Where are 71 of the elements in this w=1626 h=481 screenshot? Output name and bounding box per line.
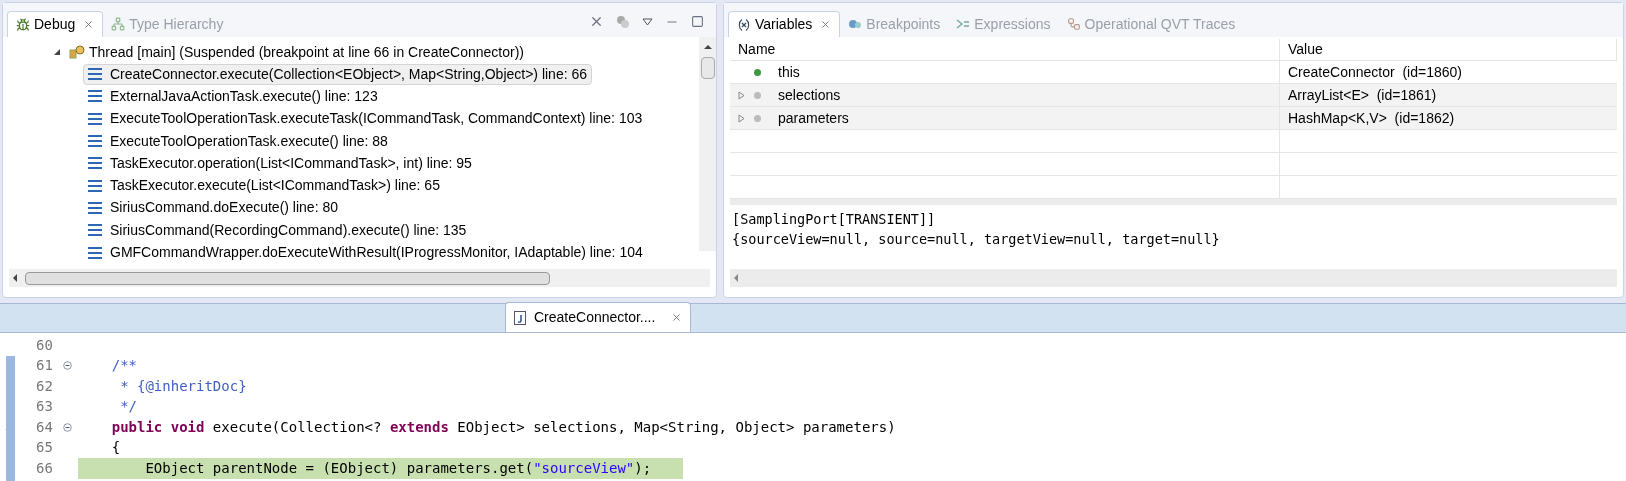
line-number: 62 [36, 376, 54, 396]
stack-frame-icon [88, 90, 102, 103]
stack-frame-item[interactable]: GMFCommandWrapper.doExecuteWithResult(IProgressMonitor, IAdaptable) line: 104 [83, 242, 648, 263]
stack-frame-icon [88, 246, 102, 259]
variable-icon [737, 17, 751, 32]
fold-icon[interactable] [62, 361, 72, 371]
close-icon[interactable] [83, 19, 95, 30]
variable-name: this [778, 62, 800, 82]
view-menu-icon[interactable] [642, 17, 653, 26]
line-number: 60 [36, 335, 54, 355]
expression-icon [956, 18, 971, 30]
stack-frame-icon [88, 135, 102, 148]
variable-name: selections [778, 85, 841, 105]
detail-pane[interactable]: [SamplingPort[TRANSIENT]] {sourceView=null, source=null, targetView=null, target=null} [730, 205, 1617, 269]
fold-icon[interactable] [62, 422, 72, 432]
stack-frame-item[interactable]: ExecuteToolOperationTask.executeTask(ICommandTask, CommandContext) line: 103 [83, 108, 648, 130]
local-variable-icon [753, 90, 762, 100]
close-icon[interactable] [820, 19, 832, 30]
column-header[interactable]: Name [730, 39, 1280, 60]
variable-value: CreateConnector (id=1860) [1287, 62, 1463, 82]
maximize-icon[interactable] [691, 15, 704, 28]
threads-icon[interactable] [616, 14, 630, 29]
column-header[interactable]: Value [1280, 39, 1617, 60]
vertical-scrollbar[interactable] [699, 37, 716, 251]
line-number: 61 [36, 356, 54, 376]
code-line: { [110, 438, 122, 458]
expand-toggle-icon[interactable] [53, 48, 61, 56]
stack-frame-icon [88, 179, 102, 192]
stack-frame-item[interactable]: ExecuteToolOperationTask.execute() line: 88 [83, 130, 393, 152]
detail-text: [SamplingPort[TRANSIENT]] [732, 210, 936, 229]
java-file-icon [514, 310, 526, 325]
code-line: /** [110, 356, 138, 376]
view-tab[interactable]: Variables [728, 11, 841, 37]
close-icon[interactable] [671, 312, 683, 323]
editor-tab[interactable]: CreateConnector.... [505, 302, 692, 332]
dot-icon [753, 67, 762, 77]
bug-icon [16, 17, 30, 32]
thread-label[interactable]: Thread [main] (Suspended (breakpoint at line 66 in CreateConnector)) [89, 41, 525, 63]
stack-frame-icon [88, 112, 102, 125]
expand-toggle-icon[interactable] [738, 90, 745, 100]
horizontal-scrollbar[interactable] [9, 269, 710, 287]
stack-frame-item[interactable]: ExternalJavaActionTask.execute() line: 123 [83, 85, 383, 107]
stack-frame-icon [88, 201, 102, 214]
local-variable-icon [753, 113, 762, 123]
stack-frame-icon [88, 224, 102, 237]
code-line: public void execute(Collection<? extends EObject> selections, Map<String, Object> parameters) [110, 417, 896, 437]
breakpoint-icon [848, 18, 863, 30]
stack-frame-item[interactable]: SiriusCommand(RecordingCommand).execute() line: 135 [83, 219, 472, 241]
line-number: 66 [36, 458, 54, 478]
view-tab[interactable]: Debug [7, 11, 104, 37]
variable-value: HashMap<K,V> (id=1862) [1287, 108, 1456, 128]
expand-toggle-icon[interactable] [738, 113, 745, 123]
hierarchy-icon [111, 17, 126, 31]
line-number: 63 [36, 397, 54, 417]
trace-icon [1066, 17, 1081, 31]
stack-frame-item[interactable]: CreateConnector.execute(Collection<EObject>, Map<String,Object>) line: 66 [83, 63, 593, 85]
remove-all-icon[interactable] [589, 14, 604, 29]
stack-frame-item[interactable]: SiriusCommand.doExecute() line: 80 [83, 197, 343, 219]
thread-icon [69, 45, 85, 59]
line-number: 64 [36, 417, 54, 437]
stack-frame-icon [88, 157, 102, 170]
stack-frame-icon [88, 68, 102, 81]
code-line: * {@inheritDoc} [119, 376, 248, 396]
line-number: 65 [36, 438, 54, 458]
detail-text: {sourceView=null, source=null, targetView=null, target=null} [732, 230, 1220, 249]
variable-name: parameters [778, 108, 849, 128]
horizontal-scrollbar[interactable] [730, 269, 1617, 287]
code-line: */ [119, 397, 138, 417]
variable-value: ArrayList<E> (id=1861) [1287, 85, 1438, 105]
stack-frame-item[interactable]: TaskExecutor.operation(List<ICommandTask>, int) line: 95 [83, 152, 477, 174]
stack-frame-item[interactable]: TaskExecutor.execute(List<ICommandTask>) line: 65 [83, 175, 445, 197]
